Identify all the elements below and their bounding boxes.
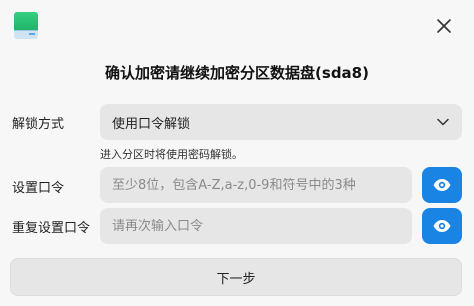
show-repeat-passphrase-button[interactable] xyxy=(422,208,462,244)
next-button[interactable]: 下一步 xyxy=(10,258,462,296)
show-passphrase-button[interactable] xyxy=(422,167,462,203)
disk-encryption-icon xyxy=(14,12,38,40)
unlock-method-hint: 进入分区时将使用密码解锁。 xyxy=(100,148,243,161)
repeat-passphrase-input[interactable] xyxy=(100,208,412,244)
eye-icon xyxy=(433,179,451,191)
unlock-method-select[interactable]: 使用口令解锁 xyxy=(100,104,462,140)
unlock-method-value: 使用口令解锁 xyxy=(112,116,191,132)
close-button[interactable] xyxy=(434,16,454,36)
eye-icon xyxy=(433,220,451,232)
repeat-passphrase-label: 重复设置口令 xyxy=(12,221,91,236)
passphrase-label: 设置口令 xyxy=(12,181,65,196)
chevron-down-icon xyxy=(437,118,449,126)
passphrase-input[interactable] xyxy=(100,167,412,203)
dialog-title: 确认加密请继续加密分区数据盘(sda8) xyxy=(105,64,369,82)
close-icon xyxy=(437,19,451,33)
unlock-method-label: 解锁方式 xyxy=(12,117,65,132)
